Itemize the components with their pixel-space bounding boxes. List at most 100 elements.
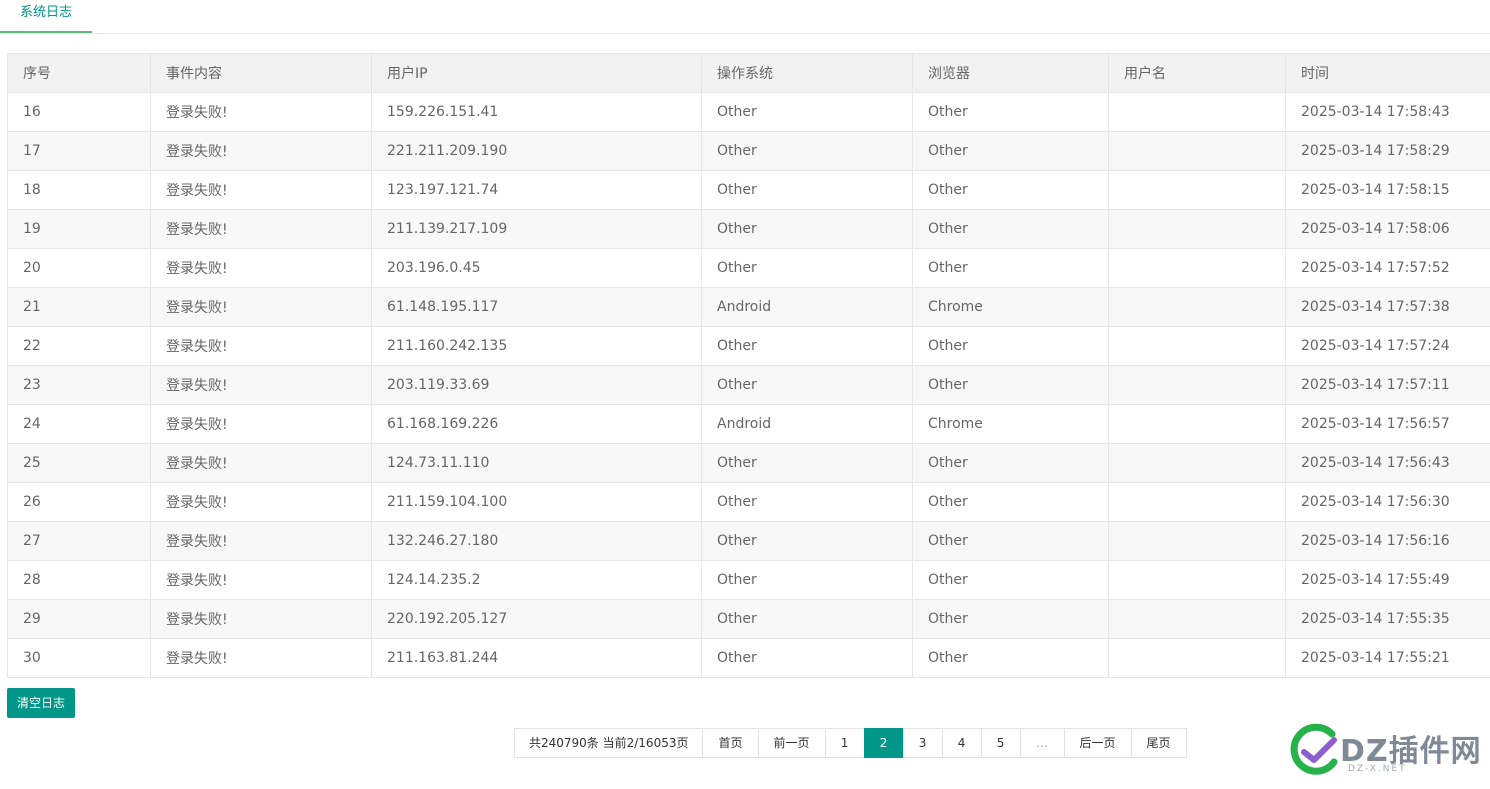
- cell-username: [1108, 560, 1286, 600]
- cell-index: 23: [7, 365, 151, 405]
- cell-browser: Other: [912, 521, 1109, 561]
- cell-event: 登录失败!: [150, 287, 372, 327]
- cell-index: 21: [7, 287, 151, 327]
- cell-event: 登录失败!: [150, 404, 372, 444]
- cell-index: 19: [7, 209, 151, 249]
- cell-browser: Chrome: [912, 287, 1109, 327]
- cell-username: [1108, 365, 1286, 405]
- cell-index: 28: [7, 560, 151, 600]
- tab-system-log[interactable]: 系统日志: [0, 0, 92, 33]
- cell-event: 登录失败!: [150, 131, 372, 171]
- cell-time: 2025-03-14 17:56:16: [1285, 521, 1490, 561]
- pagination-prev-button[interactable]: 前一页: [757, 728, 826, 758]
- pagination-page-3[interactable]: 3: [902, 728, 943, 758]
- clear-log-button[interactable]: 清空日志: [7, 688, 75, 718]
- table-row: 27 登录失败! 132.246.27.180 Other Other 2025-03-1…: [7, 521, 1490, 561]
- cell-browser: Other: [912, 248, 1109, 288]
- cell-os: Other: [701, 92, 913, 132]
- cell-index: 22: [7, 326, 151, 366]
- cell-index: 27: [7, 521, 151, 561]
- header-time: 时间: [1285, 53, 1490, 93]
- cell-browser: Other: [912, 638, 1109, 678]
- pagination-last-button[interactable]: 尾页: [1130, 728, 1187, 758]
- table-row: 16 登录失败! 159.226.151.41 Other Other 2025-03-1…: [7, 92, 1490, 132]
- cell-ip: 132.246.27.180: [371, 521, 702, 561]
- cell-time: 2025-03-14 17:56:57: [1285, 404, 1490, 444]
- table-row: 29 登录失败! 220.192.205.127 Other Other 2025-03-…: [7, 599, 1490, 639]
- cell-username: [1108, 131, 1286, 171]
- cell-event: 登录失败!: [150, 638, 372, 678]
- table-row: 19 登录失败! 211.139.217.109 Other Other 2025-03-…: [7, 209, 1490, 249]
- cell-browser: Chrome: [912, 404, 1109, 444]
- table-header-row: 序号 事件内容 用户IP 操作系统 浏览器 用户名 时间: [7, 53, 1490, 93]
- cell-ip: 61.168.169.226: [371, 404, 702, 444]
- pagination-page-4[interactable]: 4: [941, 728, 982, 758]
- cell-event: 登录失败!: [150, 599, 372, 639]
- pagination-page-2-current: 2: [863, 728, 904, 758]
- cell-time: 2025-03-14 17:57:24: [1285, 326, 1490, 366]
- pagination-page-5[interactable]: 5: [980, 728, 1021, 758]
- header-ip: 用户IP: [371, 53, 702, 93]
- cell-ip: 203.196.0.45: [371, 248, 702, 288]
- header-username: 用户名: [1108, 53, 1286, 93]
- cell-event: 登录失败!: [150, 365, 372, 405]
- cell-os: Other: [701, 170, 913, 210]
- pagination-first-button[interactable]: 首页: [702, 728, 759, 758]
- table-body: 16 登录失败! 159.226.151.41 Other Other 2025-03-1…: [7, 92, 1490, 678]
- cell-event: 登录失败!: [150, 482, 372, 522]
- cell-browser: Other: [912, 560, 1109, 600]
- cell-os: Other: [701, 443, 913, 483]
- cell-ip: 203.119.33.69: [371, 365, 702, 405]
- cell-os: Other: [701, 365, 913, 405]
- cell-username: [1108, 638, 1286, 678]
- header-event: 事件内容: [150, 53, 372, 93]
- watermark-subtext: DZ-X.NET: [1348, 764, 1407, 774]
- cell-browser: Other: [912, 599, 1109, 639]
- cell-browser: Other: [912, 443, 1109, 483]
- cell-os: Other: [701, 560, 913, 600]
- cell-index: 30: [7, 638, 151, 678]
- table-row: 23 登录失败! 203.119.33.69 Other Other 2025-03-14…: [7, 365, 1490, 405]
- cell-os: Other: [701, 482, 913, 522]
- log-table: 序号 事件内容 用户IP 操作系统 浏览器 用户名 时间 16 登录失败! 159.…: [7, 53, 1490, 678]
- cell-event: 登录失败!: [150, 443, 372, 483]
- cell-username: [1108, 92, 1286, 132]
- cell-event: 登录失败!: [150, 521, 372, 561]
- header-os: 操作系统: [701, 53, 913, 93]
- cell-ip: 221.211.209.190: [371, 131, 702, 171]
- cell-index: 18: [7, 170, 151, 210]
- cell-browser: Other: [912, 131, 1109, 171]
- table-row: 25 登录失败! 124.73.11.110 Other Other 2025-03-14…: [7, 443, 1490, 483]
- table-row: 17 登录失败! 221.211.209.190 Other Other 2025-03-…: [7, 131, 1490, 171]
- cell-ip: 211.160.242.135: [371, 326, 702, 366]
- table-row: 24 登录失败! 61.168.169.226 Android Chrome 2025-0…: [7, 404, 1490, 444]
- cell-username: [1108, 482, 1286, 522]
- cell-event: 登录失败!: [150, 326, 372, 366]
- cell-event: 登录失败!: [150, 560, 372, 600]
- cell-ip: 211.139.217.109: [371, 209, 702, 249]
- cell-os: Other: [701, 599, 913, 639]
- cell-os: Other: [701, 521, 913, 561]
- tab-bar: 系统日志: [0, 0, 1490, 34]
- cell-time: 2025-03-14 17:58:06: [1285, 209, 1490, 249]
- cell-username: [1108, 521, 1286, 561]
- cell-time: 2025-03-14 17:57:38: [1285, 287, 1490, 327]
- cell-browser: Other: [912, 365, 1109, 405]
- pagination-ellipsis: …: [1019, 728, 1065, 758]
- cell-index: 24: [7, 404, 151, 444]
- cell-username: [1108, 443, 1286, 483]
- cell-ip: 211.159.104.100: [371, 482, 702, 522]
- cell-username: [1108, 326, 1286, 366]
- cell-username: [1108, 599, 1286, 639]
- pagination-next-button[interactable]: 后一页: [1063, 728, 1132, 758]
- pagination-page-1[interactable]: 1: [824, 728, 865, 758]
- cell-os: Other: [701, 326, 913, 366]
- cell-username: [1108, 404, 1286, 444]
- cell-event: 登录失败!: [150, 209, 372, 249]
- cell-time: 2025-03-14 17:55:35: [1285, 599, 1490, 639]
- header-browser: 浏览器: [912, 53, 1109, 93]
- cell-os: Other: [701, 131, 913, 171]
- cell-index: 25: [7, 443, 151, 483]
- cell-event: 登录失败!: [150, 248, 372, 288]
- table-row: 28 登录失败! 124.14.235.2 Other Other 2025-03-14 …: [7, 560, 1490, 600]
